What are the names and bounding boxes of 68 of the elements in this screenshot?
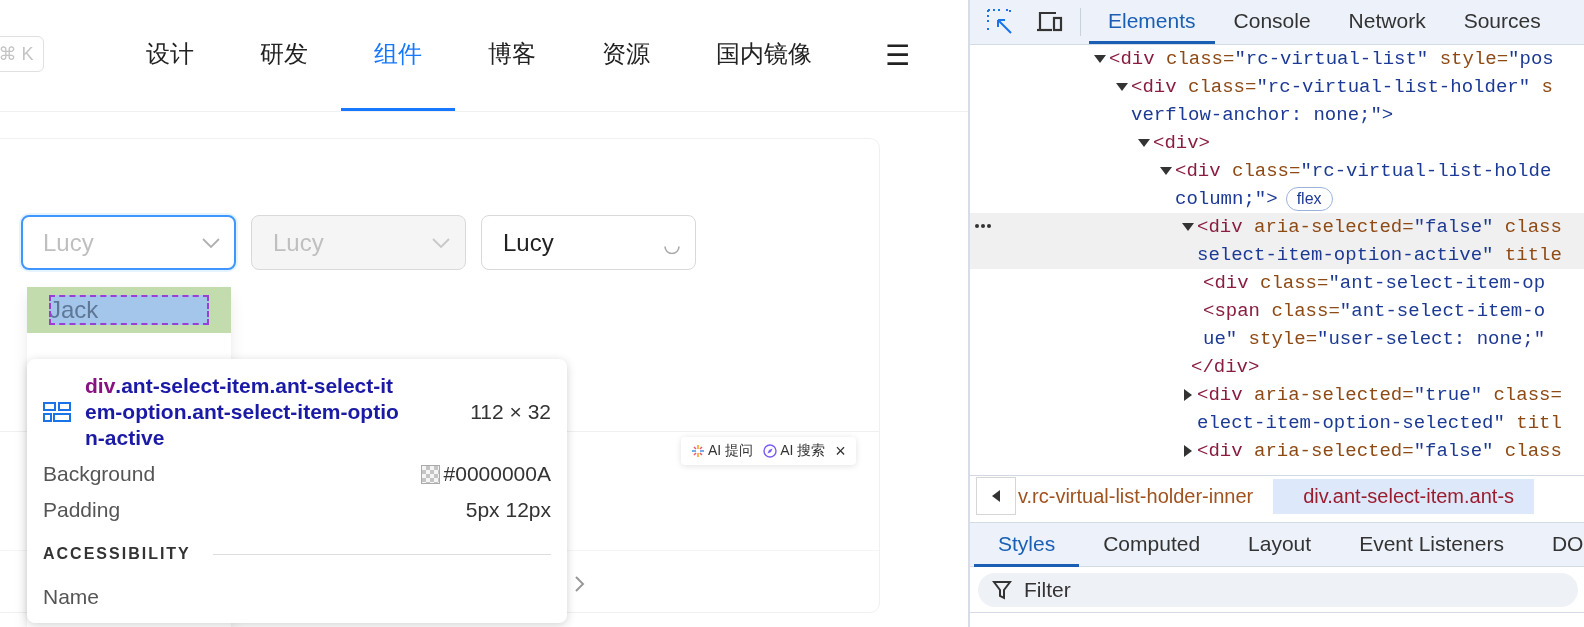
menu-icon[interactable]: ☰ [885, 39, 911, 72]
select-field[interactable]: Lucy [21, 215, 236, 270]
code-line: <div aria-selected="false" class [1197, 216, 1562, 238]
code-line: </div> [1191, 356, 1260, 378]
section-heading: ACCESSIBILITY [43, 545, 191, 563]
chevron-right-icon [574, 575, 586, 593]
code-line: <div class="rc-virtual-list-holder" s [1131, 76, 1553, 98]
scroll-left-button[interactable] [976, 477, 1016, 515]
devtools-tab[interactable]: Console [1214, 0, 1330, 44]
chevron-down-icon [432, 237, 450, 248]
chevron-down-icon [202, 237, 220, 248]
property-label: Padding [43, 498, 121, 522]
nav-tab[interactable]: 国内镜像 [683, 0, 845, 111]
tree-row[interactable]: <div aria-selected="false" class [970, 437, 1584, 465]
close-button[interactable]: × [835, 440, 846, 462]
filter-icon [992, 580, 1012, 600]
property-label: Background [43, 462, 156, 486]
more-dots-icon [975, 224, 991, 228]
panel-tab[interactable]: Layout [1224, 523, 1336, 567]
inspect-icon[interactable] [986, 8, 1014, 36]
ai-button[interactable]: AI 提问 [691, 442, 754, 460]
color-swatch-icon [420, 464, 440, 484]
layout-icon [43, 401, 71, 423]
property-value: 5px 12px [465, 498, 551, 522]
code-line: <div class="rc-virtual-list" style="pos [1109, 48, 1554, 70]
shortcut-key: ⌘ K [0, 35, 44, 72]
breadcrumb[interactable]: v.rc-virtual-list-holder-inner [1016, 478, 1274, 514]
tree-row[interactable]: <div> [970, 129, 1584, 157]
panel-tab[interactable]: Computed [1079, 523, 1225, 567]
code-line: <div> [1153, 132, 1210, 154]
element-selector: div.ant-select-item.ant-select-item-option.ant-select-item-option-active [85, 373, 400, 451]
select-field[interactable]: Lucy [481, 215, 696, 270]
devtools-tab[interactable]: Network [1329, 0, 1445, 44]
code-line: <div class="ant-select-item-op [1203, 272, 1546, 294]
panel-tab[interactable]: Styles [974, 523, 1080, 567]
code-line: select-item-option-active" title [1197, 244, 1562, 266]
tree-row[interactable]: <span class="ant-select-item-o ue" style="user-select: none;" [970, 297, 1584, 353]
nav-tab[interactable]: 组件 [341, 0, 455, 111]
sparkle-icon [691, 444, 705, 458]
nav-tab[interactable]: 设计 [113, 0, 227, 111]
tree-row[interactable]: <div class="ant-select-item-op [970, 269, 1584, 297]
breadcrumb[interactable]: div.ant-select-item.ant-s [1273, 478, 1535, 514]
ai-button[interactable]: AI 搜索 [763, 442, 826, 460]
property-label: Name [43, 585, 101, 609]
tree-row[interactable]: <div class="rc-virtual-list-holde column;"> flex [970, 157, 1584, 213]
compass-icon [763, 444, 778, 458]
code-line: elect-item-option-selected" titl [1197, 412, 1562, 434]
tree-row[interactable]: <div class="rc-virtual-list-holder" s verflow-anchor: none;"> [970, 73, 1584, 129]
tree-row[interactable]: <div class="rc-virtual-list" style="pos [970, 45, 1584, 73]
code-line: <span class="ant-select-item-o [1203, 300, 1546, 322]
nav-tab[interactable]: 研发 [227, 0, 341, 111]
devtools-tab[interactable]: Sources [1444, 0, 1560, 44]
devtools-tab[interactable]: Elements [1089, 0, 1215, 44]
code-line: <div aria-selected="false" class [1197, 440, 1562, 462]
nav-tab[interactable]: 资源 [569, 0, 683, 111]
nav-tab[interactable]: 博客 [455, 0, 569, 111]
code-line: <div class="rc-virtual-list-holde [1175, 160, 1552, 182]
code-line: verflow-anchor: none;"> [1131, 104, 1394, 126]
element-size: 112 × 32 [470, 400, 551, 424]
panel-tab[interactable]: Event Listeners [1335, 523, 1528, 567]
code-line: <div aria-selected="true" class= [1197, 384, 1562, 406]
filter-field[interactable]: Filter [978, 573, 1578, 607]
device-icon[interactable] [1036, 10, 1064, 34]
property-value: #0000000A [443, 462, 551, 486]
caret-left-icon [991, 489, 1001, 503]
code-line: ue" style="user-select: none;" [1203, 328, 1546, 350]
code-line: column;"> [1175, 188, 1278, 210]
panel-tab[interactable]: DO [1527, 523, 1584, 567]
